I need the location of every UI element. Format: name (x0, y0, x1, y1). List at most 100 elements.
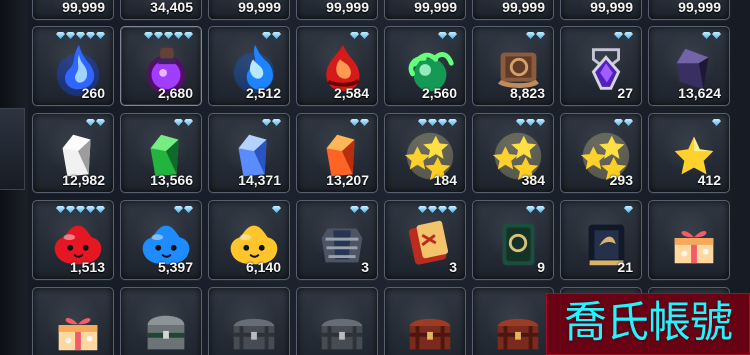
inventory-slot[interactable]: 384 (472, 113, 554, 193)
rarity-gems (262, 32, 281, 39)
inventory-slot[interactable]: 412 (648, 113, 730, 193)
steel-chest-icon (225, 301, 283, 355)
inventory-slot[interactable]: 3 (384, 200, 466, 280)
rarity-gems (272, 206, 281, 213)
rarity-gem-icon (526, 32, 535, 39)
rarity-gems (350, 119, 369, 126)
rarity-gem-icon (350, 32, 359, 39)
inventory-slot[interactable]: 260 (32, 26, 114, 106)
rarity-gem-icon (360, 119, 369, 126)
item-count: 13,566 (150, 172, 193, 188)
inventory-slot[interactable]: 2,584 (296, 26, 378, 106)
top-item-slot[interactable]: 99,999 (296, 0, 378, 20)
rarity-gem-icon (86, 32, 95, 39)
inventory-slot[interactable]: 5,397 (120, 200, 202, 280)
item-count: 21 (617, 259, 633, 275)
inventory-slot[interactable]: 1,513 (32, 200, 114, 280)
rarity-gem-icon (536, 119, 545, 126)
item-count: 2,560 (421, 85, 457, 101)
inventory-slot[interactable] (120, 287, 202, 355)
inventory-slot[interactable]: 6,140 (208, 200, 290, 280)
rarity-gem-icon (272, 119, 281, 126)
inventory-slot[interactable]: 13,207 (296, 113, 378, 193)
top-item-count: 99,999 (62, 0, 105, 15)
inventory-slot[interactable] (296, 287, 378, 355)
item-count: 6,140 (245, 259, 281, 275)
top-item-slot[interactable]: 99,999 (648, 0, 730, 20)
inventory-slot[interactable]: 13,566 (120, 113, 202, 193)
inventory-slot[interactable] (384, 287, 466, 355)
item-count: 293 (609, 172, 633, 188)
rarity-gem-icon (448, 32, 457, 39)
rarity-gems (614, 119, 633, 126)
item-count: 3 (449, 259, 457, 275)
rarity-gem-icon (448, 119, 457, 126)
rarity-gem-icon (360, 206, 369, 213)
item-count: 9 (537, 259, 545, 275)
inventory-slot[interactable]: 9 (472, 200, 554, 280)
top-item-slot[interactable]: 99,999 (32, 0, 114, 20)
top-item-slot[interactable]: 99,999 (208, 0, 290, 20)
rarity-gem-icon (614, 32, 623, 39)
rarity-gems (56, 206, 105, 213)
inventory-slot[interactable]: 2,680 (120, 26, 202, 106)
rarity-gem-icon (712, 32, 721, 39)
item-count: 412 (697, 172, 721, 188)
inventory-slot[interactable] (648, 200, 730, 280)
rarity-gem-icon (66, 206, 75, 213)
inventory-slot[interactable]: 293 (560, 113, 642, 193)
item-count: 260 (81, 85, 105, 101)
rarity-gem-icon (360, 32, 369, 39)
inventory-slot[interactable]: 14,371 (208, 113, 290, 193)
inventory-slot[interactable]: 184 (384, 113, 466, 193)
item-count: 13,624 (678, 85, 721, 101)
rarity-gem-icon (428, 119, 437, 126)
inventory-slot[interactable]: 12,982 (32, 113, 114, 193)
rarity-gem-icon (702, 32, 711, 39)
rarity-gems (438, 32, 457, 39)
inventory-slot[interactable]: 8,823 (472, 26, 554, 106)
rarity-gem-icon (86, 206, 95, 213)
rarity-gems (86, 119, 105, 126)
inventory-slot[interactable]: 21 (560, 200, 642, 280)
rarity-gem-icon (272, 32, 281, 39)
rarity-gem-icon (536, 32, 545, 39)
top-item-count: 99,999 (502, 0, 545, 15)
top-item-slot[interactable]: 34,405 (120, 0, 202, 20)
rarity-gems (418, 206, 457, 213)
rarity-gems (526, 206, 545, 213)
inventory-slot[interactable]: 3 (296, 200, 378, 280)
rarity-gems (350, 206, 369, 213)
inventory-slot[interactable] (208, 287, 290, 355)
inventory-slot[interactable] (472, 287, 554, 355)
rarity-gem-icon (262, 119, 271, 126)
item-count: 14,371 (238, 172, 281, 188)
inventory-slot[interactable]: 13,624 (648, 26, 730, 106)
side-ornament-icon (0, 108, 25, 190)
inventory-slot[interactable]: 27 (560, 26, 642, 106)
red-chest-icon (401, 301, 459, 355)
inventory-slot[interactable] (32, 287, 114, 355)
rarity-gems (526, 32, 545, 39)
rarity-gem-icon (418, 206, 427, 213)
rarity-gem-icon (614, 119, 623, 126)
top-item-slot[interactable]: 99,999 (384, 0, 466, 20)
rarity-gem-icon (184, 206, 193, 213)
top-item-count: 99,999 (590, 0, 633, 15)
inventory-slot[interactable]: 2,512 (208, 26, 290, 106)
rarity-gem-icon (184, 119, 193, 126)
inventory-slot[interactable]: 2,560 (384, 26, 466, 106)
inventory-screen: 99,999 34,405 99,999 99,999 99,999 99,999 99,9… (0, 0, 750, 355)
rarity-gems (614, 32, 633, 39)
item-count: 384 (521, 172, 545, 188)
top-item-slot[interactable]: 99,999 (472, 0, 554, 20)
item-count: 2,584 (333, 85, 369, 101)
rarity-gem-icon (262, 32, 271, 39)
top-item-slot[interactable]: 99,999 (560, 0, 642, 20)
rarity-gem-icon (536, 206, 545, 213)
watermark: 喬氏帳號 (546, 293, 750, 355)
rarity-gem-icon (624, 32, 633, 39)
item-count: 8,823 (509, 85, 545, 101)
rarity-gem-icon (272, 206, 281, 213)
rarity-gem-icon (712, 119, 721, 126)
